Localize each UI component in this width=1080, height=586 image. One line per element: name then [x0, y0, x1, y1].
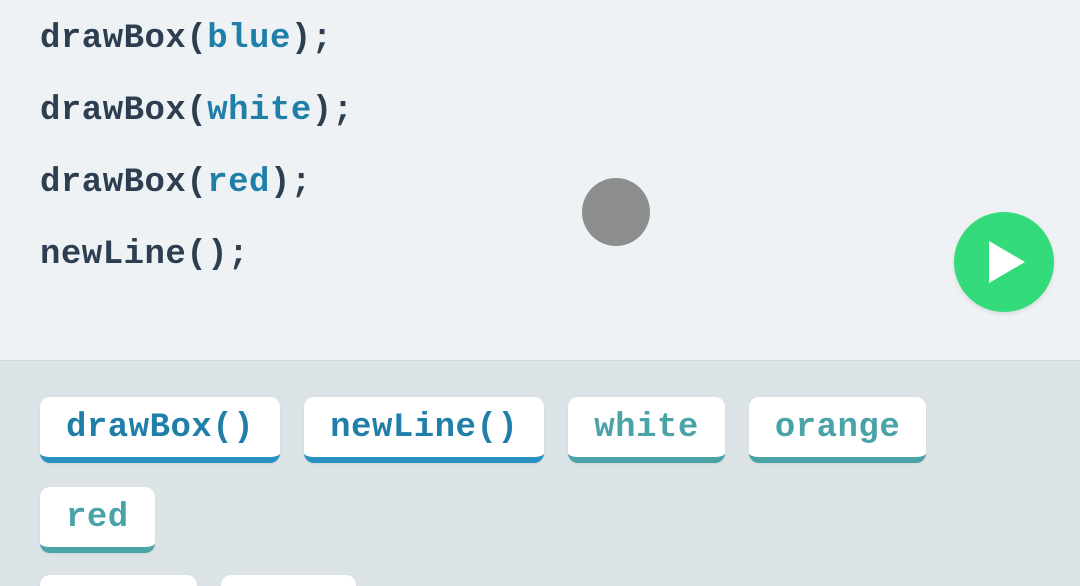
- token-paren: ): [312, 92, 333, 130]
- touch-cursor-icon: [582, 178, 650, 246]
- token-semi: ;: [333, 92, 354, 130]
- token-func: drawBox: [40, 20, 186, 58]
- token-paren: (: [186, 164, 207, 202]
- token-func: drawBox: [40, 164, 186, 202]
- chip-red[interactable]: red: [40, 487, 155, 553]
- token-paren: ): [270, 164, 291, 202]
- token-arg: white: [207, 92, 312, 130]
- token-semi: ;: [312, 20, 333, 58]
- chip-white[interactable]: white: [568, 397, 725, 463]
- chip-blue[interactable]: blue: [221, 575, 357, 586]
- code-line[interactable]: drawBox(blue);: [40, 20, 1040, 58]
- palette-row: drawBox() newLine() white orange red: [40, 397, 1040, 553]
- chip-black[interactable]: black: [40, 575, 197, 586]
- token-paren: (: [186, 92, 207, 130]
- code-editor[interactable]: drawBox(blue); drawBox(white); drawBox(r…: [0, 0, 1080, 360]
- token-paren: (: [186, 20, 207, 58]
- palette-row: black blue: [40, 575, 1040, 586]
- token-func: newLine: [40, 236, 186, 274]
- block-palette: drawBox() newLine() white orange red bla…: [0, 360, 1080, 586]
- chip-newline[interactable]: newLine(): [304, 397, 544, 463]
- token-semi: ;: [291, 164, 312, 202]
- token-arg: red: [207, 164, 270, 202]
- token-semi: ;: [228, 236, 249, 274]
- token-paren: (: [186, 236, 207, 274]
- token-paren: ): [291, 20, 312, 58]
- chip-drawbox[interactable]: drawBox(): [40, 397, 280, 463]
- code-line[interactable]: drawBox(red);: [40, 164, 1040, 202]
- token-func: drawBox: [40, 92, 186, 130]
- token-arg: blue: [207, 20, 291, 58]
- token-paren: ): [207, 236, 228, 274]
- play-icon: [989, 241, 1025, 283]
- chip-orange[interactable]: orange: [749, 397, 926, 463]
- code-line[interactable]: newLine();: [40, 236, 1040, 274]
- code-line[interactable]: drawBox(white);: [40, 92, 1040, 130]
- play-button[interactable]: [954, 212, 1054, 312]
